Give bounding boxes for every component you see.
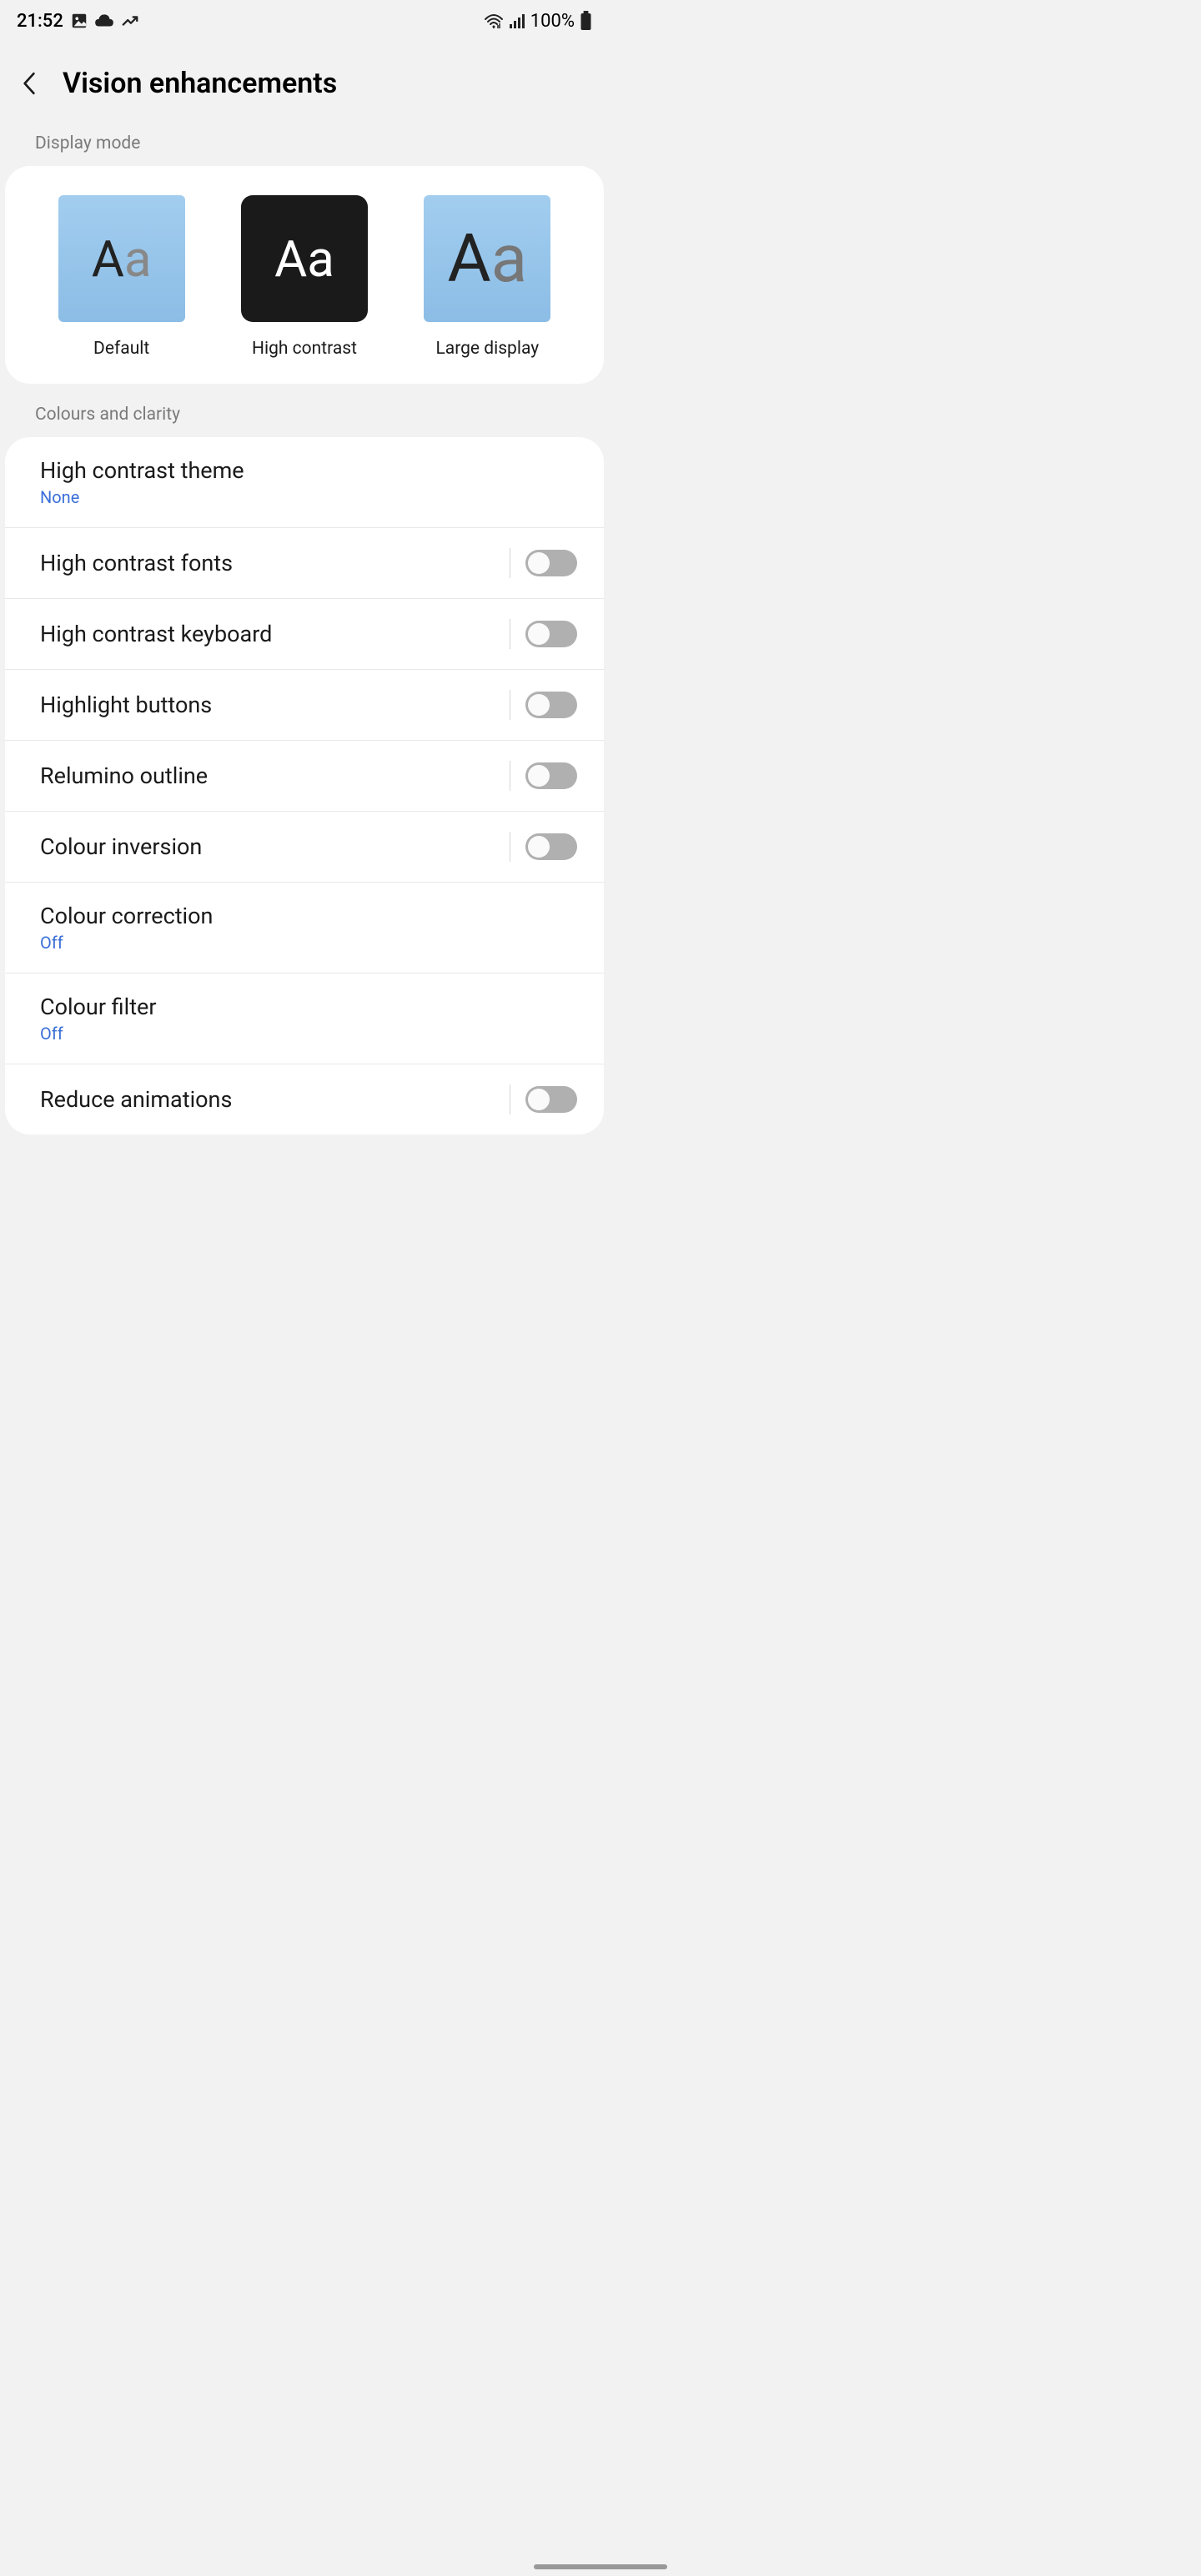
battery-icon: [580, 11, 592, 31]
status-right: 100%: [484, 11, 592, 32]
wifi-icon: [484, 13, 504, 29]
mode-tile-high-contrast: Aa: [241, 195, 368, 322]
mode-tile-large-display: Aa: [424, 195, 550, 322]
display-mode-card: Aa Default Aa High contrast Aa Large dis…: [5, 166, 604, 384]
toggle-high-contrast-fonts[interactable]: [525, 550, 577, 576]
section-label-display-mode: Display mode: [0, 133, 609, 166]
image-icon: [70, 12, 88, 30]
item-title: Colour correction: [40, 903, 213, 929]
item-reduce-animations[interactable]: Reduce animations: [5, 1064, 604, 1135]
mode-label-default: Default: [93, 339, 149, 359]
item-title: Relumino outline: [40, 762, 208, 789]
item-colour-correction[interactable]: Colour correction Off: [5, 883, 604, 974]
header: Vision enhancements: [0, 42, 609, 133]
status-left-icons: [70, 12, 140, 30]
item-sub: None: [40, 487, 244, 507]
item-sub: Off: [40, 1024, 157, 1044]
toggle-relumino-outline[interactable]: [525, 762, 577, 789]
display-mode-options: Aa Default Aa High contrast Aa Large dis…: [5, 166, 604, 384]
mode-label-large-display: Large display: [435, 339, 539, 359]
mode-option-default[interactable]: Aa Default: [58, 195, 185, 359]
item-sub: Off: [40, 933, 213, 953]
item-title: Highlight buttons: [40, 692, 212, 718]
status-bar: 21:52 100%: [0, 0, 609, 42]
item-high-contrast-keyboard[interactable]: High contrast keyboard: [5, 599, 604, 670]
section-label-colours: Colours and clarity: [0, 405, 609, 437]
signal-icon: [509, 13, 525, 29]
chevron-left-icon: [20, 71, 38, 96]
item-high-contrast-fonts[interactable]: High contrast fonts: [5, 528, 604, 599]
item-high-contrast-theme[interactable]: High contrast theme None: [5, 437, 604, 528]
toggle-highlight-buttons[interactable]: [525, 692, 577, 718]
toggle-reduce-animations[interactable]: [525, 1086, 577, 1113]
item-title: High contrast fonts: [40, 550, 233, 576]
page-title: Vision enhancements: [63, 67, 337, 100]
item-title: High contrast keyboard: [40, 621, 272, 647]
toggle-colour-inversion[interactable]: [525, 833, 577, 860]
item-title: Colour inversion: [40, 833, 202, 860]
back-button[interactable]: [17, 71, 42, 96]
cloud-icon: [93, 12, 115, 30]
item-title: High contrast theme: [40, 457, 244, 484]
mode-label-high-contrast: High contrast: [252, 339, 357, 359]
item-highlight-buttons[interactable]: Highlight buttons: [5, 670, 604, 741]
mode-option-large-display[interactable]: Aa Large display: [424, 195, 550, 359]
nav-handle[interactable]: [534, 2564, 667, 2569]
toggle-high-contrast-keyboard[interactable]: [525, 621, 577, 647]
status-battery-text: 100%: [530, 11, 575, 32]
item-relumino-outline[interactable]: Relumino outline: [5, 741, 604, 812]
status-left: 21:52: [17, 11, 140, 32]
mode-tile-default: Aa: [58, 195, 185, 322]
mode-option-high-contrast[interactable]: Aa High contrast: [241, 195, 368, 359]
item-title: Reduce animations: [40, 1086, 232, 1113]
colours-card: High contrast theme None High contrast f…: [5, 437, 604, 1135]
item-colour-inversion[interactable]: Colour inversion: [5, 812, 604, 883]
item-title: Colour filter: [40, 994, 157, 1020]
item-colour-filter[interactable]: Colour filter Off: [5, 974, 604, 1064]
status-time: 21:52: [17, 11, 63, 32]
trend-icon: [120, 12, 140, 30]
